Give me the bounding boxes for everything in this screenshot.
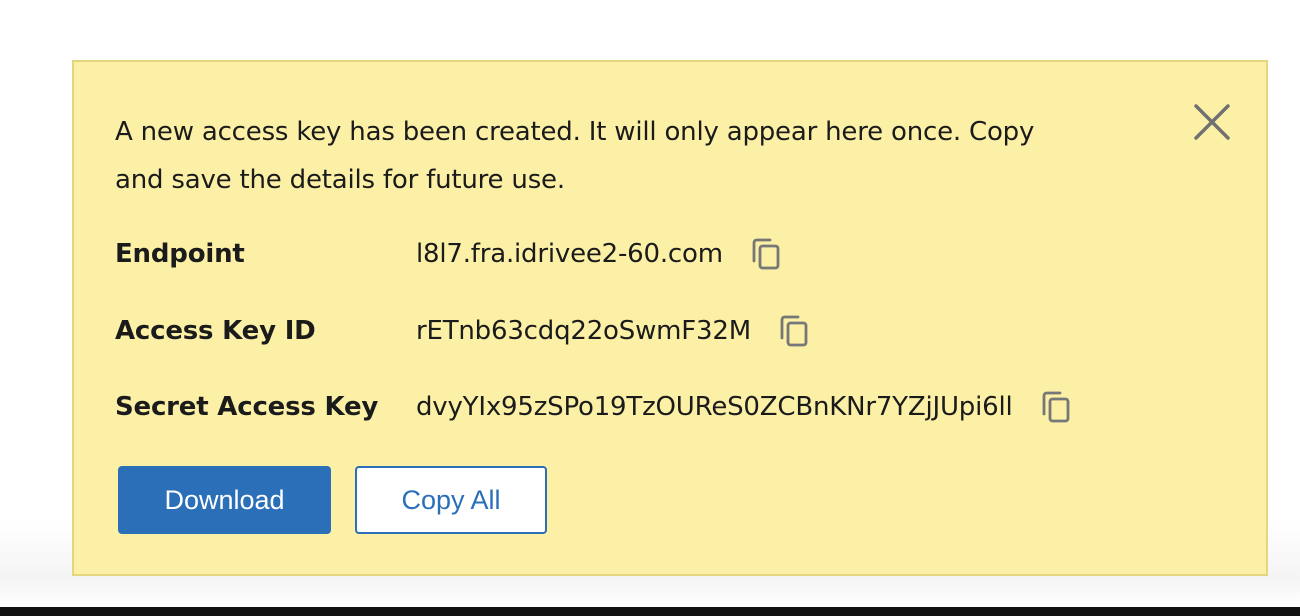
field-label: Access Key ID <box>115 316 316 346</box>
close-button[interactable] <box>1190 100 1234 144</box>
page: A new access key has been created. It wi… <box>0 0 1300 616</box>
copy-all-button[interactable]: Copy All <box>355 466 547 534</box>
copy-icon[interactable] <box>1040 390 1072 424</box>
copy-icon[interactable] <box>778 314 810 348</box>
download-button[interactable]: Download <box>118 466 331 534</box>
notice-message: A new access key has been created. It wi… <box>115 117 1035 195</box>
window-bottom-edge <box>0 607 1300 616</box>
field-value: dvyYIx95zSPo19TzOUReS0ZCBnKNr7YZjJUpi6ll <box>416 392 1013 422</box>
access-key-notice: A new access key has been created. It wi… <box>72 60 1268 576</box>
copy-icon[interactable] <box>750 237 782 271</box>
field-row-secret-access-key: Secret Access Key dvyYIx95zSPo19TzOUReS0… <box>115 387 1072 427</box>
field-value: l8l7.fra.idrivee2-60.com <box>416 239 723 269</box>
field-row-access-key-id: Access Key ID rETnb63cdq22oSwmF32M <box>115 311 810 351</box>
field-label: Endpoint <box>115 239 245 269</box>
field-row-endpoint: Endpoint l8l7.fra.idrivee2-60.com <box>115 234 782 274</box>
close-icon[interactable] <box>1190 100 1234 144</box>
field-label: Secret Access Key <box>115 392 379 422</box>
field-value: rETnb63cdq22oSwmF32M <box>416 316 751 346</box>
